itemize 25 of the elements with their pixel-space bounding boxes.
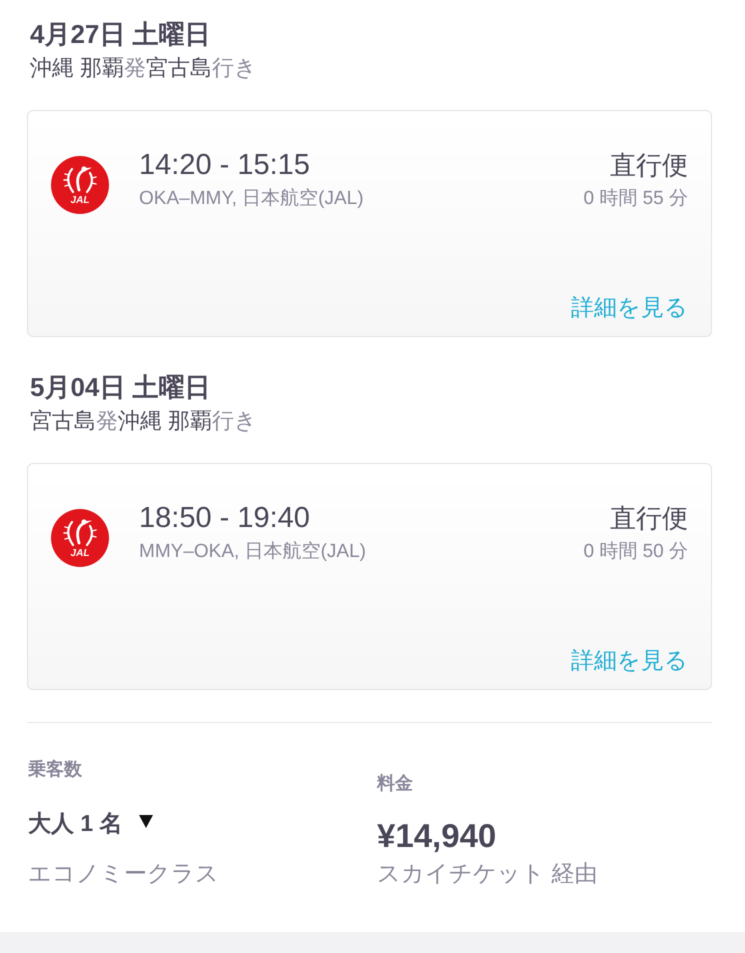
details-link[interactable]: 詳細を見る	[571, 645, 688, 675]
booking-via-text: スカイチケット 経由	[377, 859, 598, 888]
date-heading: 4月27日 土曜日	[29, 18, 211, 51]
fare-label: 料金	[377, 772, 413, 795]
flight-times: 18:50 - 19:40	[139, 501, 310, 536]
route-text: 宮古島発沖縄 那覇行き	[29, 407, 258, 435]
cabin-class-text: エコノミークラス	[28, 859, 219, 888]
date-heading: 5月04日 土曜日	[29, 371, 211, 404]
stops-text: 直行便	[610, 149, 688, 182]
flight-details: OKA–MMY, 日本航空(JAL)	[139, 187, 364, 211]
details-link[interactable]: 詳細を見る	[571, 292, 688, 322]
duration-text: 0 時間 55 分	[583, 187, 688, 211]
duration-text: 0 時間 50 分	[583, 540, 688, 564]
bird-icon	[63, 517, 97, 547]
passenger-select[interactable]: 大人 1 名	[28, 808, 153, 838]
logo-text: JAL	[70, 548, 90, 559]
price-text: ¥14,940	[377, 816, 496, 856]
stops-text: 直行便	[610, 502, 688, 535]
flight-details: MMY–OKA, 日本航空(JAL)	[139, 540, 366, 564]
logo-text: JAL	[70, 195, 90, 206]
passengers-label: 乗客数	[28, 758, 82, 781]
bird-icon	[63, 164, 97, 194]
caret-icon	[138, 814, 153, 828]
flight-times: 14:20 - 15:15	[139, 148, 310, 183]
route-text: 沖縄 那覇発宮古島行き	[29, 54, 258, 82]
